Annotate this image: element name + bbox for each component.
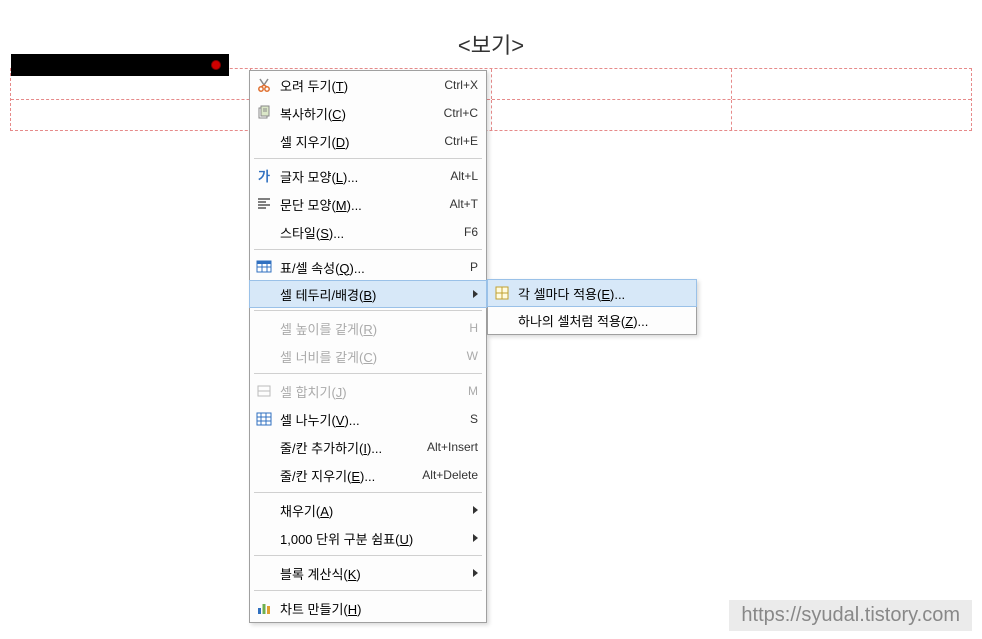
blank	[254, 346, 274, 366]
submenu-arrow-icon	[473, 534, 478, 542]
menu-item-shortcut: Ctrl+C	[444, 106, 478, 120]
menu-separator	[254, 249, 482, 250]
menu-item-4[interactable]: 가 글자 모양(L)... Alt+L	[250, 162, 486, 190]
menu-item-label: 줄/칸 추가하기(I)...	[280, 438, 419, 457]
menu-item-shortcut: M	[468, 384, 478, 398]
menu-item-2[interactable]: 셀 지우기(D) Ctrl+E	[250, 127, 486, 155]
menu-item-8[interactable]: 표/셀 속성(Q)... P	[250, 253, 486, 281]
blank	[254, 437, 274, 457]
menu-item-24[interactable]: 차트 만들기(H)	[250, 594, 486, 622]
cell-icon	[492, 283, 512, 303]
menu-item-shortcut: F6	[464, 225, 478, 239]
menu-item-label: 1,000 단위 구분 쉼표(U)	[280, 529, 467, 548]
menu-item-14: 셀 합치기(J) M	[250, 377, 486, 405]
menu-item-12: 셀 너비를 같게(C) W	[250, 342, 486, 370]
menu-item-label: 글자 모양(L)...	[280, 167, 442, 186]
submenu-arrow-icon	[473, 290, 478, 298]
menu-item-label: 셀 나누기(V)...	[280, 410, 462, 429]
menu-item-label: 줄/칸 지우기(E)...	[280, 466, 414, 485]
para-icon	[254, 194, 274, 214]
submenu-item-0[interactable]: 각 셀마다 적용(E)...	[487, 279, 697, 307]
menu-item-shortcut: Alt+Insert	[427, 440, 478, 454]
menu-item-label: 차트 만들기(H)	[280, 599, 478, 618]
menu-item-shortcut: Alt+Delete	[422, 468, 478, 482]
menu-item-shortcut: Alt+L	[450, 169, 478, 183]
blank	[254, 222, 274, 242]
menu-item-9[interactable]: 셀 테두리/배경(B)	[249, 280, 487, 308]
menu-item-label: 셀 합치기(J)	[280, 382, 460, 401]
submenu-arrow-icon	[473, 506, 478, 514]
menu-item-shortcut: Ctrl+E	[444, 134, 478, 148]
cut-icon	[254, 75, 274, 95]
watermark: https://syudal.tistory.com	[729, 600, 972, 631]
menu-item-label: 스타일(S)...	[280, 223, 456, 242]
menu-item-shortcut: Ctrl+X	[444, 78, 478, 92]
submenu: 각 셀마다 적용(E)... 하나의 셀처럼 적용(Z)...	[487, 279, 697, 335]
menu-item-1[interactable]: 복사하기(C) Ctrl+C	[250, 99, 486, 127]
menu-item-shortcut: P	[470, 260, 478, 274]
blank	[254, 465, 274, 485]
menu-item-shortcut: Alt+T	[450, 197, 478, 211]
menu-separator	[254, 158, 482, 159]
copy-icon	[254, 103, 274, 123]
menu-item-label: 표/셀 속성(Q)...	[280, 258, 462, 277]
document-area: <보기>	[10, 28, 972, 131]
menu-item-shortcut: W	[467, 349, 478, 363]
menu-item-label: 셀 높이를 같게(R)	[280, 319, 461, 338]
menu-item-19[interactable]: 채우기(A)	[250, 496, 486, 524]
merge-icon	[254, 381, 274, 401]
blank	[254, 318, 274, 338]
menu-item-17[interactable]: 줄/칸 지우기(E)... Alt+Delete	[250, 461, 486, 489]
cursor-dot-icon	[211, 60, 221, 70]
menu-item-0[interactable]: 오려 두기(T) Ctrl+X	[250, 71, 486, 99]
menu-item-22[interactable]: 블록 계산식(K)	[250, 559, 486, 587]
table-outline	[10, 68, 972, 131]
menu-item-label: 셀 너비를 같게(C)	[280, 347, 459, 366]
menu-item-label: 셀 테두리/배경(B)	[280, 285, 467, 304]
menu-item-15[interactable]: 셀 나누기(V)... S	[250, 405, 486, 433]
blank	[254, 528, 274, 548]
table-prop-icon	[254, 257, 274, 277]
submenu-item-label: 각 셀마다 적용(E)...	[518, 284, 688, 303]
menu-item-label: 채우기(A)	[280, 501, 467, 520]
svg-text:가: 가	[258, 169, 270, 184]
menu-item-6[interactable]: 스타일(S)... F6	[250, 218, 486, 246]
menu-item-5[interactable]: 문단 모양(M)... Alt+T	[250, 190, 486, 218]
menu-separator	[254, 555, 482, 556]
menu-item-11: 셀 높이를 같게(R) H	[250, 314, 486, 342]
menu-item-label: 블록 계산식(K)	[280, 564, 467, 583]
blank	[492, 310, 512, 330]
menu-separator	[254, 310, 482, 311]
chart-icon	[254, 598, 274, 618]
menu-item-20[interactable]: 1,000 단위 구분 쉼표(U)	[250, 524, 486, 552]
menu-item-label: 셀 지우기(D)	[280, 132, 436, 151]
blank	[254, 284, 274, 304]
menu-item-shortcut: S	[470, 412, 478, 426]
blank	[254, 563, 274, 583]
submenu-arrow-icon	[473, 569, 478, 577]
menu-item-16[interactable]: 줄/칸 추가하기(I)... Alt+Insert	[250, 433, 486, 461]
selected-cell[interactable]	[11, 54, 229, 76]
menu-separator	[254, 590, 482, 591]
split-icon	[254, 409, 274, 429]
submenu-item-label: 하나의 셀처럼 적용(Z)...	[518, 311, 688, 330]
menu-item-label: 문단 모양(M)...	[280, 195, 442, 214]
menu-item-label: 복사하기(C)	[280, 104, 436, 123]
menu-separator	[254, 492, 482, 493]
menu-item-shortcut: H	[469, 321, 478, 335]
char-icon: 가	[254, 166, 274, 186]
menu-item-label: 오려 두기(T)	[280, 76, 436, 95]
blank	[254, 131, 274, 151]
menu-separator	[254, 373, 482, 374]
blank	[254, 500, 274, 520]
context-menu: 오려 두기(T) Ctrl+X 복사하기(C) Ctrl+C 셀 지우기(D) Ctrl+…	[249, 70, 487, 623]
submenu-item-1[interactable]: 하나의 셀처럼 적용(Z)...	[488, 306, 696, 334]
